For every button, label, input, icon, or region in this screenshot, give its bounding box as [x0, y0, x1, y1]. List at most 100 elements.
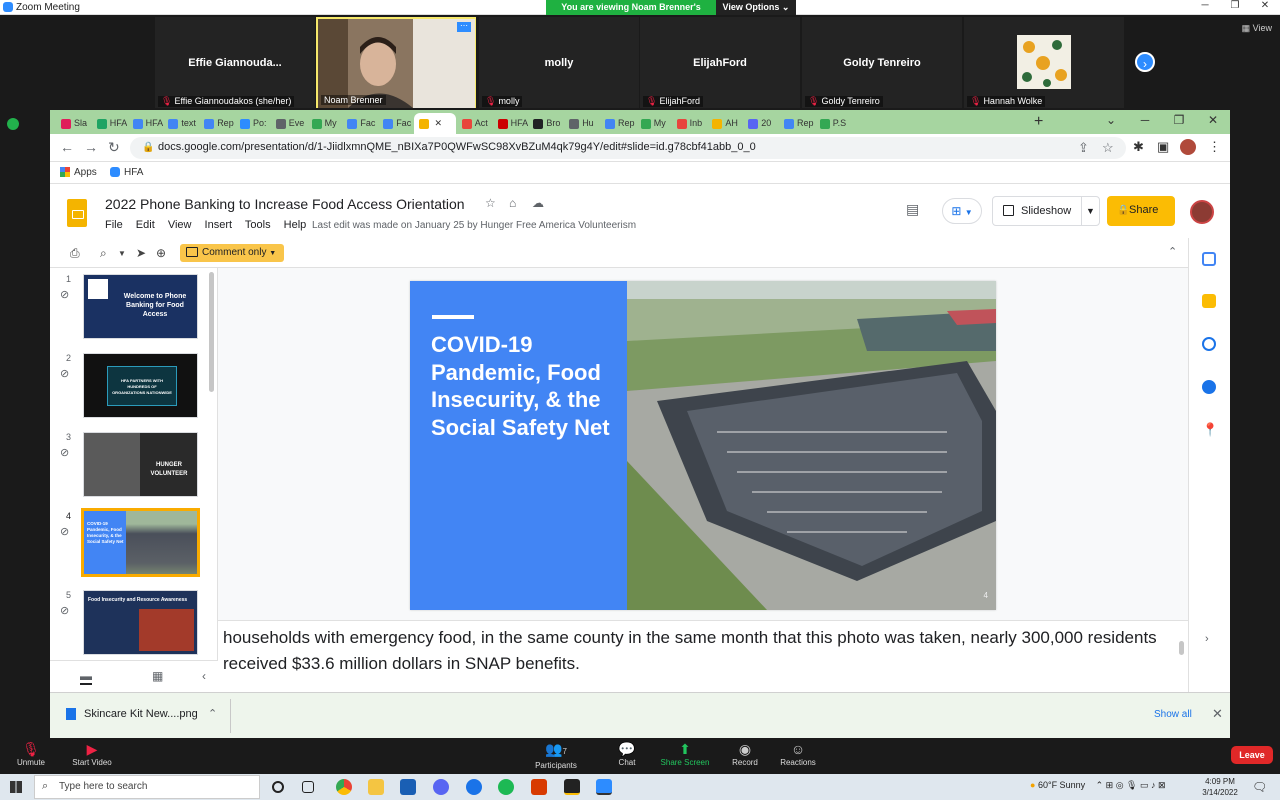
browser-tab[interactable]: HFA: [493, 113, 528, 134]
weather-text[interactable]: 60°F Sunny: [1038, 780, 1085, 790]
browser-tab[interactable]: My: [307, 113, 342, 134]
browser-tab[interactable]: Inb: [672, 113, 707, 134]
browser-tab[interactable]: text: [163, 113, 198, 134]
filmstrip-view-icon[interactable]: ▬: [80, 669, 92, 685]
clock[interactable]: 4:09 PM 3/14/2022: [1200, 776, 1240, 798]
cortana-icon[interactable]: [272, 781, 284, 793]
select-cursor-icon[interactable]: ➤: [136, 246, 146, 260]
browser-tab[interactable]: Fac: [378, 113, 413, 134]
zoom-icon[interactable]: ⌕: [100, 246, 107, 261]
slides-logo-icon[interactable]: [67, 199, 87, 227]
expand-panel-icon[interactable]: ›: [1205, 633, 1209, 645]
bookmark-hfa[interactable]: HFA: [110, 167, 143, 178]
participant-tile[interactable]: Goldy Tenreiro 🎙 Goldy Tenreiro: [802, 17, 962, 108]
calendar-icon[interactable]: [1202, 252, 1216, 266]
minimize-icon[interactable]: ─: [1128, 113, 1162, 127]
slideshow-button[interactable]: Slideshow ▼: [992, 196, 1100, 226]
start-video-button[interactable]: ▶ Start Video: [70, 740, 114, 767]
browser-tab[interactable]: HFA: [128, 113, 163, 134]
extensions-icon[interactable]: ✱: [1133, 139, 1144, 155]
discord-icon[interactable]: [433, 779, 449, 795]
address-bar[interactable]: 🔒 docs.google.com/presentation/d/1-Jiidl…: [130, 137, 1126, 159]
speaker-notes[interactable]: households with emergency food, in the s…: [218, 620, 1188, 692]
participant-tile[interactable]: ElijahFord 🎙 ElijahFord: [640, 17, 800, 108]
bookmark-star-icon[interactable]: ☆: [1102, 140, 1114, 156]
show-all-link[interactable]: Show all: [1154, 709, 1192, 720]
office-icon[interactable]: [531, 779, 547, 795]
account-avatar[interactable]: [1190, 200, 1214, 224]
browser-tab[interactable]: Eve: [271, 113, 306, 134]
bookmark-apps[interactable]: Apps: [60, 167, 97, 178]
menu-view[interactable]: View: [168, 219, 192, 231]
task-view-icon[interactable]: [302, 781, 314, 793]
menu-tools[interactable]: Tools: [245, 219, 271, 231]
unmute-button[interactable]: 🎙 Unmute: [14, 740, 48, 767]
browser-tab[interactable]: Rep: [779, 113, 814, 134]
filmstrip-scrollbar[interactable]: [209, 272, 214, 392]
menu-file[interactable]: File: [105, 219, 123, 231]
browser-tab[interactable]: Sla: [56, 113, 91, 134]
share-page-icon[interactable]: ⇪: [1078, 140, 1089, 156]
restore-icon[interactable]: ❐: [1220, 0, 1250, 11]
back-icon[interactable]: ←: [60, 139, 74, 155]
slide-thumbnail-3[interactable]: HUNGER VOLUNTEER: [83, 432, 198, 497]
slide-thumbnail-4-selected[interactable]: COVID-19 Pandemic, Food Insecurity, & th…: [81, 508, 200, 577]
zoom-taskbar-icon[interactable]: [596, 779, 612, 795]
share-screen-button[interactable]: ⬆ Share Screen: [660, 740, 710, 767]
document-title[interactable]: 2022 Phone Banking to Increase Food Acce…: [105, 196, 465, 212]
comment-history-icon[interactable]: ▤: [906, 201, 919, 218]
reload-icon[interactable]: ↻: [108, 139, 120, 156]
profile-avatar[interactable]: [1180, 139, 1196, 155]
grid-view-icon[interactable]: ▦: [152, 669, 163, 683]
browser-tab[interactable]: AH: [707, 113, 742, 134]
tab-search-icon[interactable]: ⌄: [1094, 113, 1128, 127]
collapse-panel-icon[interactable]: ‹: [202, 669, 206, 683]
last-edit-link[interactable]: Last edit was made on January 25 by Hung…: [312, 220, 636, 231]
contacts-icon[interactable]: [1202, 380, 1216, 394]
slide-thumbnail-5[interactable]: Food Insecurity and Resource Awareness: [83, 590, 198, 655]
speaker-notes-text[interactable]: households with emergency food, in the s…: [223, 625, 1163, 677]
edge-icon[interactable]: [466, 779, 482, 795]
spotify-icon[interactable]: [498, 779, 514, 795]
file-explorer-icon[interactable]: [368, 779, 384, 795]
present-options-button[interactable]: ⊞ ▼: [942, 198, 982, 224]
chrome-icon[interactable]: [336, 779, 352, 795]
notes-scrollbar[interactable]: [1179, 641, 1184, 655]
close-icon[interactable]: ✕: [1196, 113, 1230, 127]
minimize-icon[interactable]: ─: [1190, 0, 1220, 11]
forward-icon[interactable]: →: [84, 139, 98, 155]
more-options-icon[interactable]: ⋯: [457, 22, 471, 32]
download-item[interactable]: Skincare Kit New....png: [66, 708, 198, 721]
browser-tab[interactable]: Hu: [564, 113, 599, 134]
comment-only-mode-button[interactable]: Comment only ▼: [180, 244, 284, 262]
new-tab-icon[interactable]: +: [1034, 113, 1043, 131]
participant-tile[interactable]: 🎙 Hannah Wolke: [964, 17, 1124, 108]
browser-tab[interactable]: HFA: [92, 113, 127, 134]
maps-icon[interactable]: 📍: [1202, 423, 1218, 437]
current-slide[interactable]: COVID-19 Pandemic, Food Insecurity, & th…: [410, 281, 996, 610]
menu-dots-icon[interactable]: ⋮: [1208, 139, 1221, 155]
sticky-notes-icon[interactable]: [564, 779, 580, 795]
leave-button[interactable]: Leave: [1231, 746, 1273, 764]
browser-tab[interactable]: 20: [743, 113, 778, 134]
notifications-icon[interactable]: 🗨: [1252, 780, 1267, 794]
view-button[interactable]: ▦ View: [1242, 23, 1272, 34]
print-icon[interactable]: ⎙: [70, 246, 80, 261]
move-folder-icon[interactable]: ⌂: [509, 196, 516, 210]
share-button[interactable]: 🔒 Share: [1107, 196, 1175, 226]
taskbar-search[interactable]: ⌕ Type here to search: [34, 775, 260, 799]
keep-icon[interactable]: [1202, 294, 1216, 308]
security-shield-icon[interactable]: [7, 118, 19, 130]
browser-tab[interactable]: Bro: [528, 113, 563, 134]
url-text[interactable]: docs.google.com/presentation/d/1-Jiidlxm…: [158, 141, 756, 153]
zoom-dropdown-icon[interactable]: ▼: [118, 249, 126, 258]
view-options-button[interactable]: View Options ⌄: [716, 0, 796, 15]
browser-tab[interactable]: ✕: [414, 113, 456, 134]
participant-tile[interactable]: molly 🎙 molly: [479, 17, 639, 108]
chat-button[interactable]: 💬 Chat: [612, 740, 642, 767]
browser-tab[interactable]: P.S: [815, 113, 850, 134]
browser-tab[interactable]: My: [636, 113, 671, 134]
chevron-up-icon[interactable]: ⌃: [208, 707, 217, 720]
browser-tab[interactable]: Act: [457, 113, 492, 134]
slide-thumbnail-1[interactable]: Welcome to Phone Banking for Food Access: [83, 274, 198, 339]
